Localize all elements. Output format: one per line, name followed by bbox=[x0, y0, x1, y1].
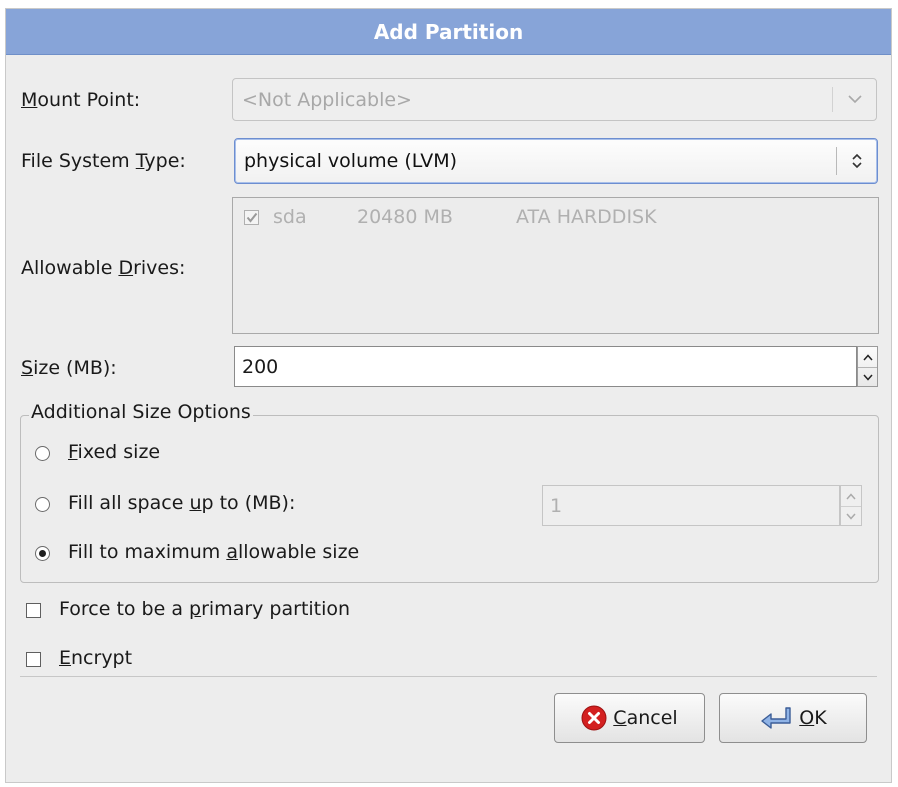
mount-point-combo[interactable]: <Not Applicable> bbox=[232, 78, 877, 121]
ok-button[interactable]: OK bbox=[719, 693, 867, 743]
allowable-drives-label: Allowable Drives: bbox=[21, 257, 186, 279]
encrypt-label[interactable]: Encrypt bbox=[59, 647, 132, 669]
dialog-title: Add Partition bbox=[6, 9, 891, 55]
cancel-button[interactable]: Cancel bbox=[554, 693, 705, 743]
drive-checkbox[interactable] bbox=[244, 210, 259, 225]
fill-up-to-label[interactable]: Fill all space up to (MB): bbox=[68, 492, 295, 514]
ok-label: OK bbox=[799, 707, 827, 729]
mount-point-value: <Not Applicable> bbox=[242, 88, 412, 111]
up-down-arrows-icon bbox=[837, 139, 877, 183]
button-separator bbox=[20, 676, 877, 677]
drive-model: ATA HARDDISK bbox=[516, 206, 657, 228]
fill-up-to-radio[interactable] bbox=[35, 497, 50, 512]
allowable-drives-list: sda 20480 MB ATA HARDDISK bbox=[232, 197, 879, 334]
size-input[interactable]: 200 bbox=[234, 346, 857, 387]
force-primary-label[interactable]: Force to be a primary partition bbox=[59, 598, 350, 620]
spin-up-icon[interactable] bbox=[858, 347, 877, 368]
size-label: Size (MB): bbox=[21, 357, 117, 379]
size-spinner[interactable] bbox=[857, 346, 878, 387]
fill-up-to-value: 1 bbox=[550, 494, 563, 517]
drive-name: sda bbox=[273, 206, 307, 228]
file-system-type-value: physical volume (LVM) bbox=[244, 150, 458, 172]
file-system-type-combo[interactable]: physical volume (LVM) bbox=[234, 138, 878, 184]
cancel-label: Cancel bbox=[613, 707, 678, 729]
ok-enter-icon bbox=[761, 707, 791, 729]
fill-up-to-spinner[interactable] bbox=[840, 485, 862, 526]
fixed-size-label[interactable]: Fixed size bbox=[68, 441, 160, 463]
drive-size: 20480 MB bbox=[357, 206, 453, 228]
force-primary-checkbox[interactable] bbox=[26, 603, 41, 618]
size-value: 200 bbox=[242, 355, 279, 378]
fill-max-radio[interactable] bbox=[35, 546, 50, 561]
spin-down-icon[interactable] bbox=[858, 367, 877, 387]
size-options-title: Additional Size Options bbox=[29, 401, 253, 423]
mount-point-label: Mount Point: bbox=[21, 89, 141, 111]
chevron-down-icon bbox=[833, 79, 877, 120]
encrypt-checkbox[interactable] bbox=[26, 652, 41, 667]
check-icon bbox=[246, 212, 257, 223]
spin-down-icon[interactable] bbox=[841, 506, 861, 526]
radio-selected-dot bbox=[39, 550, 46, 557]
fill-max-label[interactable]: Fill to maximum allowable size bbox=[68, 541, 359, 563]
fixed-size-radio[interactable] bbox=[35, 446, 50, 461]
file-system-type-label: File System Type: bbox=[21, 150, 186, 172]
spin-up-icon[interactable] bbox=[841, 486, 861, 507]
fill-up-to-input[interactable]: 1 bbox=[542, 485, 840, 526]
add-partition-dialog: Add Partition Mount Point: <Not Applicab… bbox=[5, 8, 892, 783]
cancel-icon bbox=[581, 705, 607, 731]
